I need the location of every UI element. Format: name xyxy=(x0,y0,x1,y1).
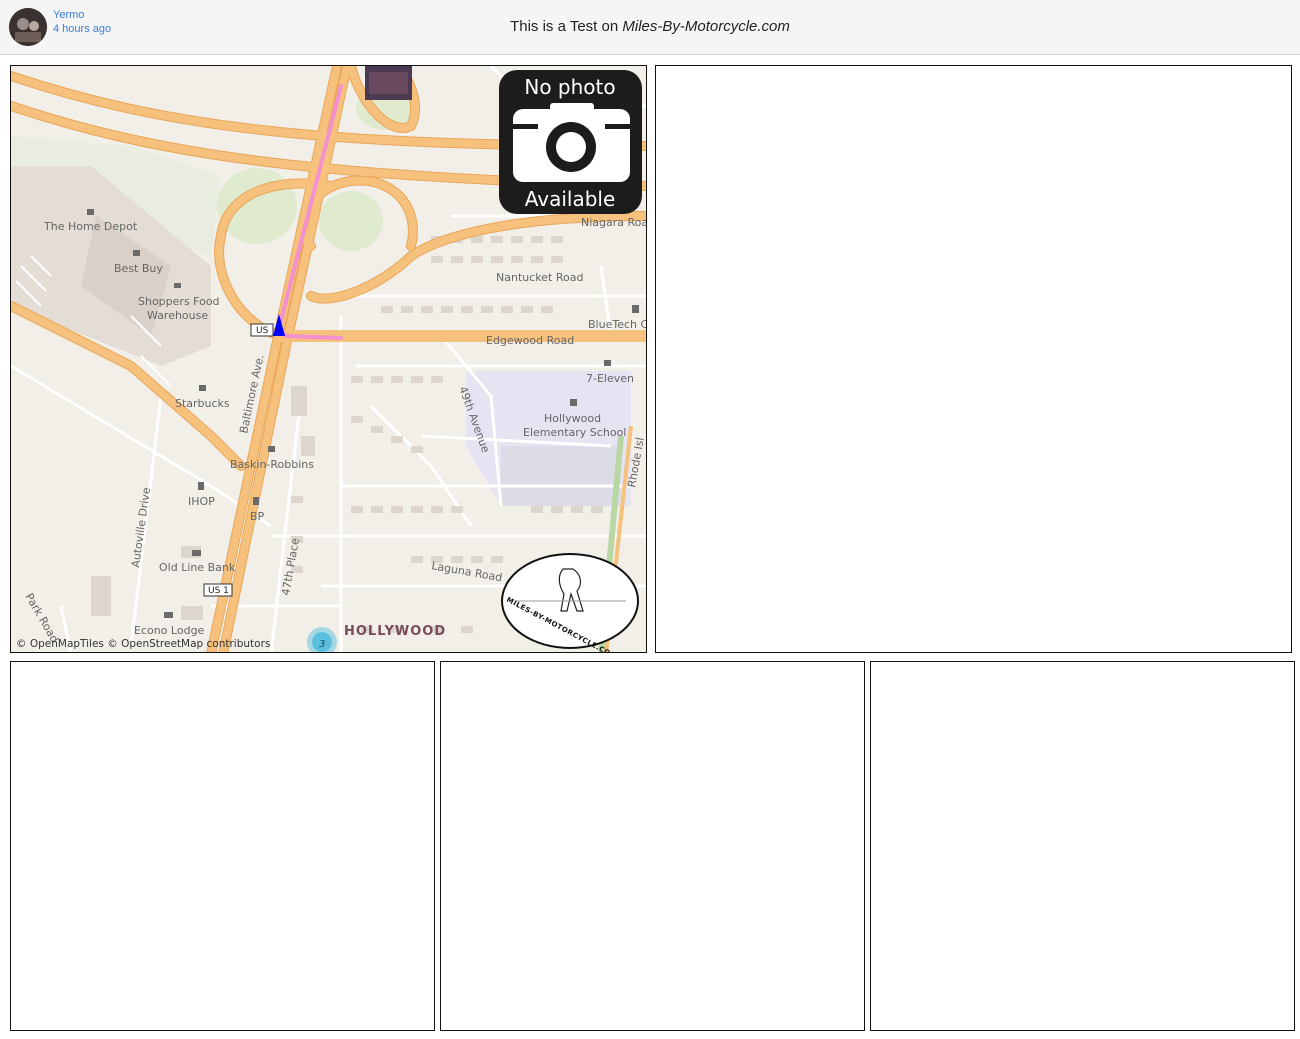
us1-shield-b-text: US 1 xyxy=(208,586,229,596)
no-photo-badge: No photo Available xyxy=(499,70,642,214)
title-prefix: This is a Test on xyxy=(510,18,623,35)
label-old-line-bank: Old Line Bank xyxy=(159,561,236,574)
hotel-icon-econo xyxy=(164,612,173,618)
school-icon xyxy=(570,399,577,406)
page-title: This is a Test on Miles-By-Motorcycle.co… xyxy=(0,18,1300,35)
label-home-depot: The Home Depot xyxy=(43,220,138,233)
label-hollywood: HOLLYWOOD xyxy=(344,624,446,639)
label-best-buy: Best Buy xyxy=(114,262,163,275)
photo-panel-1[interactable] xyxy=(655,65,1292,653)
shop-icon-best-buy xyxy=(133,250,140,256)
label-school-1: Hollywood xyxy=(544,412,601,425)
no-photo-line2: Available xyxy=(525,187,616,211)
label-nantucket: Nantucket Road xyxy=(496,271,583,284)
cart-icon-shoppers xyxy=(174,283,181,288)
map-canvas[interactable]: The Home Depot Best Buy Shoppers Food Wa… xyxy=(11,66,647,653)
camera-icon xyxy=(513,103,630,182)
label-niagara: Niagara Roa xyxy=(581,216,647,229)
photo-panel-4[interactable] xyxy=(870,661,1295,1031)
label-shoppers-1: Shoppers Food xyxy=(138,295,220,308)
post-header: Yermo 4 hours ago This is a Test on Mile… xyxy=(0,0,1300,55)
no-photo-line1: No photo xyxy=(524,75,615,99)
cafe-icon-starbucks xyxy=(199,385,206,391)
cluster-count: 3 xyxy=(319,639,325,650)
shop-icon-home-depot xyxy=(87,209,94,215)
label-edgewood: Edgewood Road xyxy=(486,334,574,347)
label-bp: BP xyxy=(250,510,265,523)
photo-panel-2[interactable] xyxy=(10,661,435,1031)
shop-icon-7-eleven xyxy=(604,360,611,366)
label-shoppers-2: Warehouse xyxy=(147,309,208,322)
label-bluetech: BlueTech C xyxy=(588,318,647,331)
fuel-icon-bp xyxy=(253,497,259,505)
restaurant-icon-ihop xyxy=(198,482,204,490)
label-baskin: Baskin-Robbins xyxy=(230,458,314,471)
label-econo-lodge: Econo Lodge xyxy=(134,624,205,637)
label-school-2: Elementary School xyxy=(523,426,626,439)
map-panel[interactable]: The Home Depot Best Buy Shoppers Food Wa… xyxy=(10,65,647,653)
title-site: Miles-By-Motorcycle.com xyxy=(622,18,790,35)
label-starbucks: Starbucks xyxy=(175,397,230,410)
map-attribution[interactable]: © OpenMapTiles © OpenStreetMap contribut… xyxy=(16,638,270,650)
office-icon-bluetech xyxy=(632,305,639,313)
shop-icon-baskin xyxy=(268,446,275,452)
label-7-eleven: 7-Eleven xyxy=(586,372,634,385)
photo-panel-3[interactable] xyxy=(440,661,865,1031)
us1-shield-a-text: US xyxy=(256,326,269,336)
bank-icon-old-line xyxy=(192,550,201,556)
label-ihop: IHOP xyxy=(188,495,215,508)
